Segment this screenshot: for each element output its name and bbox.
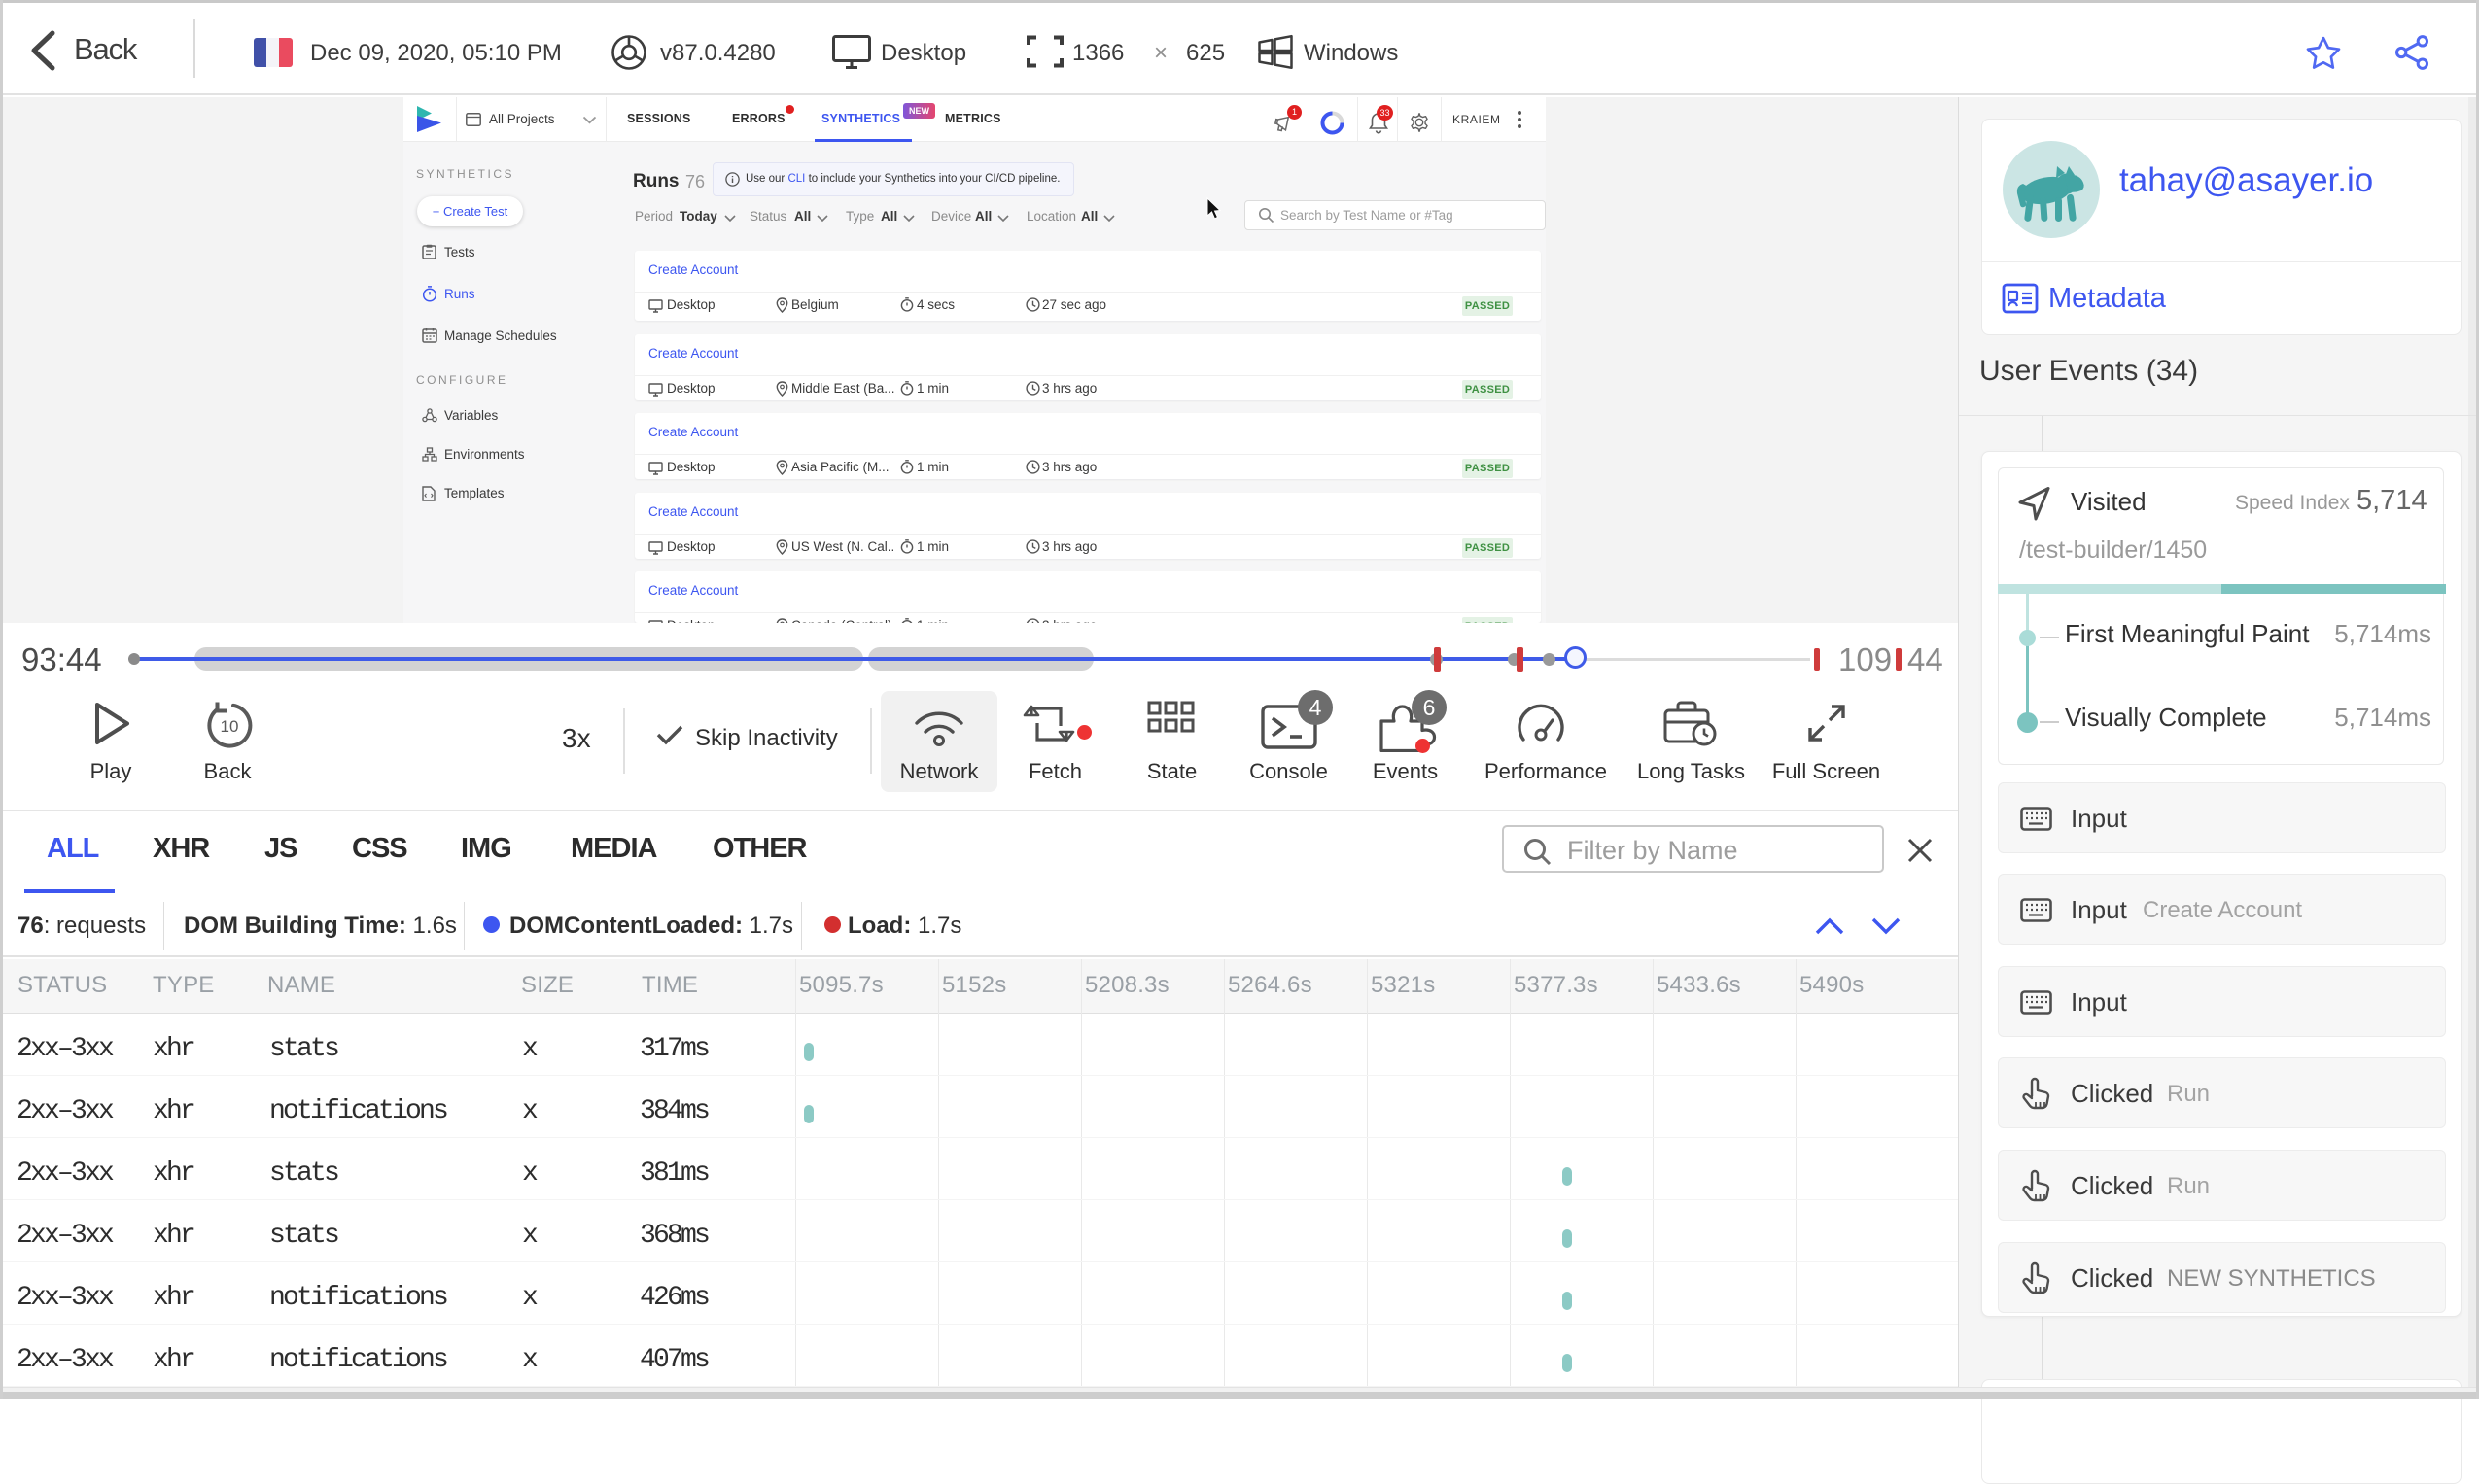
svg-text:10: 10 (221, 717, 239, 736)
